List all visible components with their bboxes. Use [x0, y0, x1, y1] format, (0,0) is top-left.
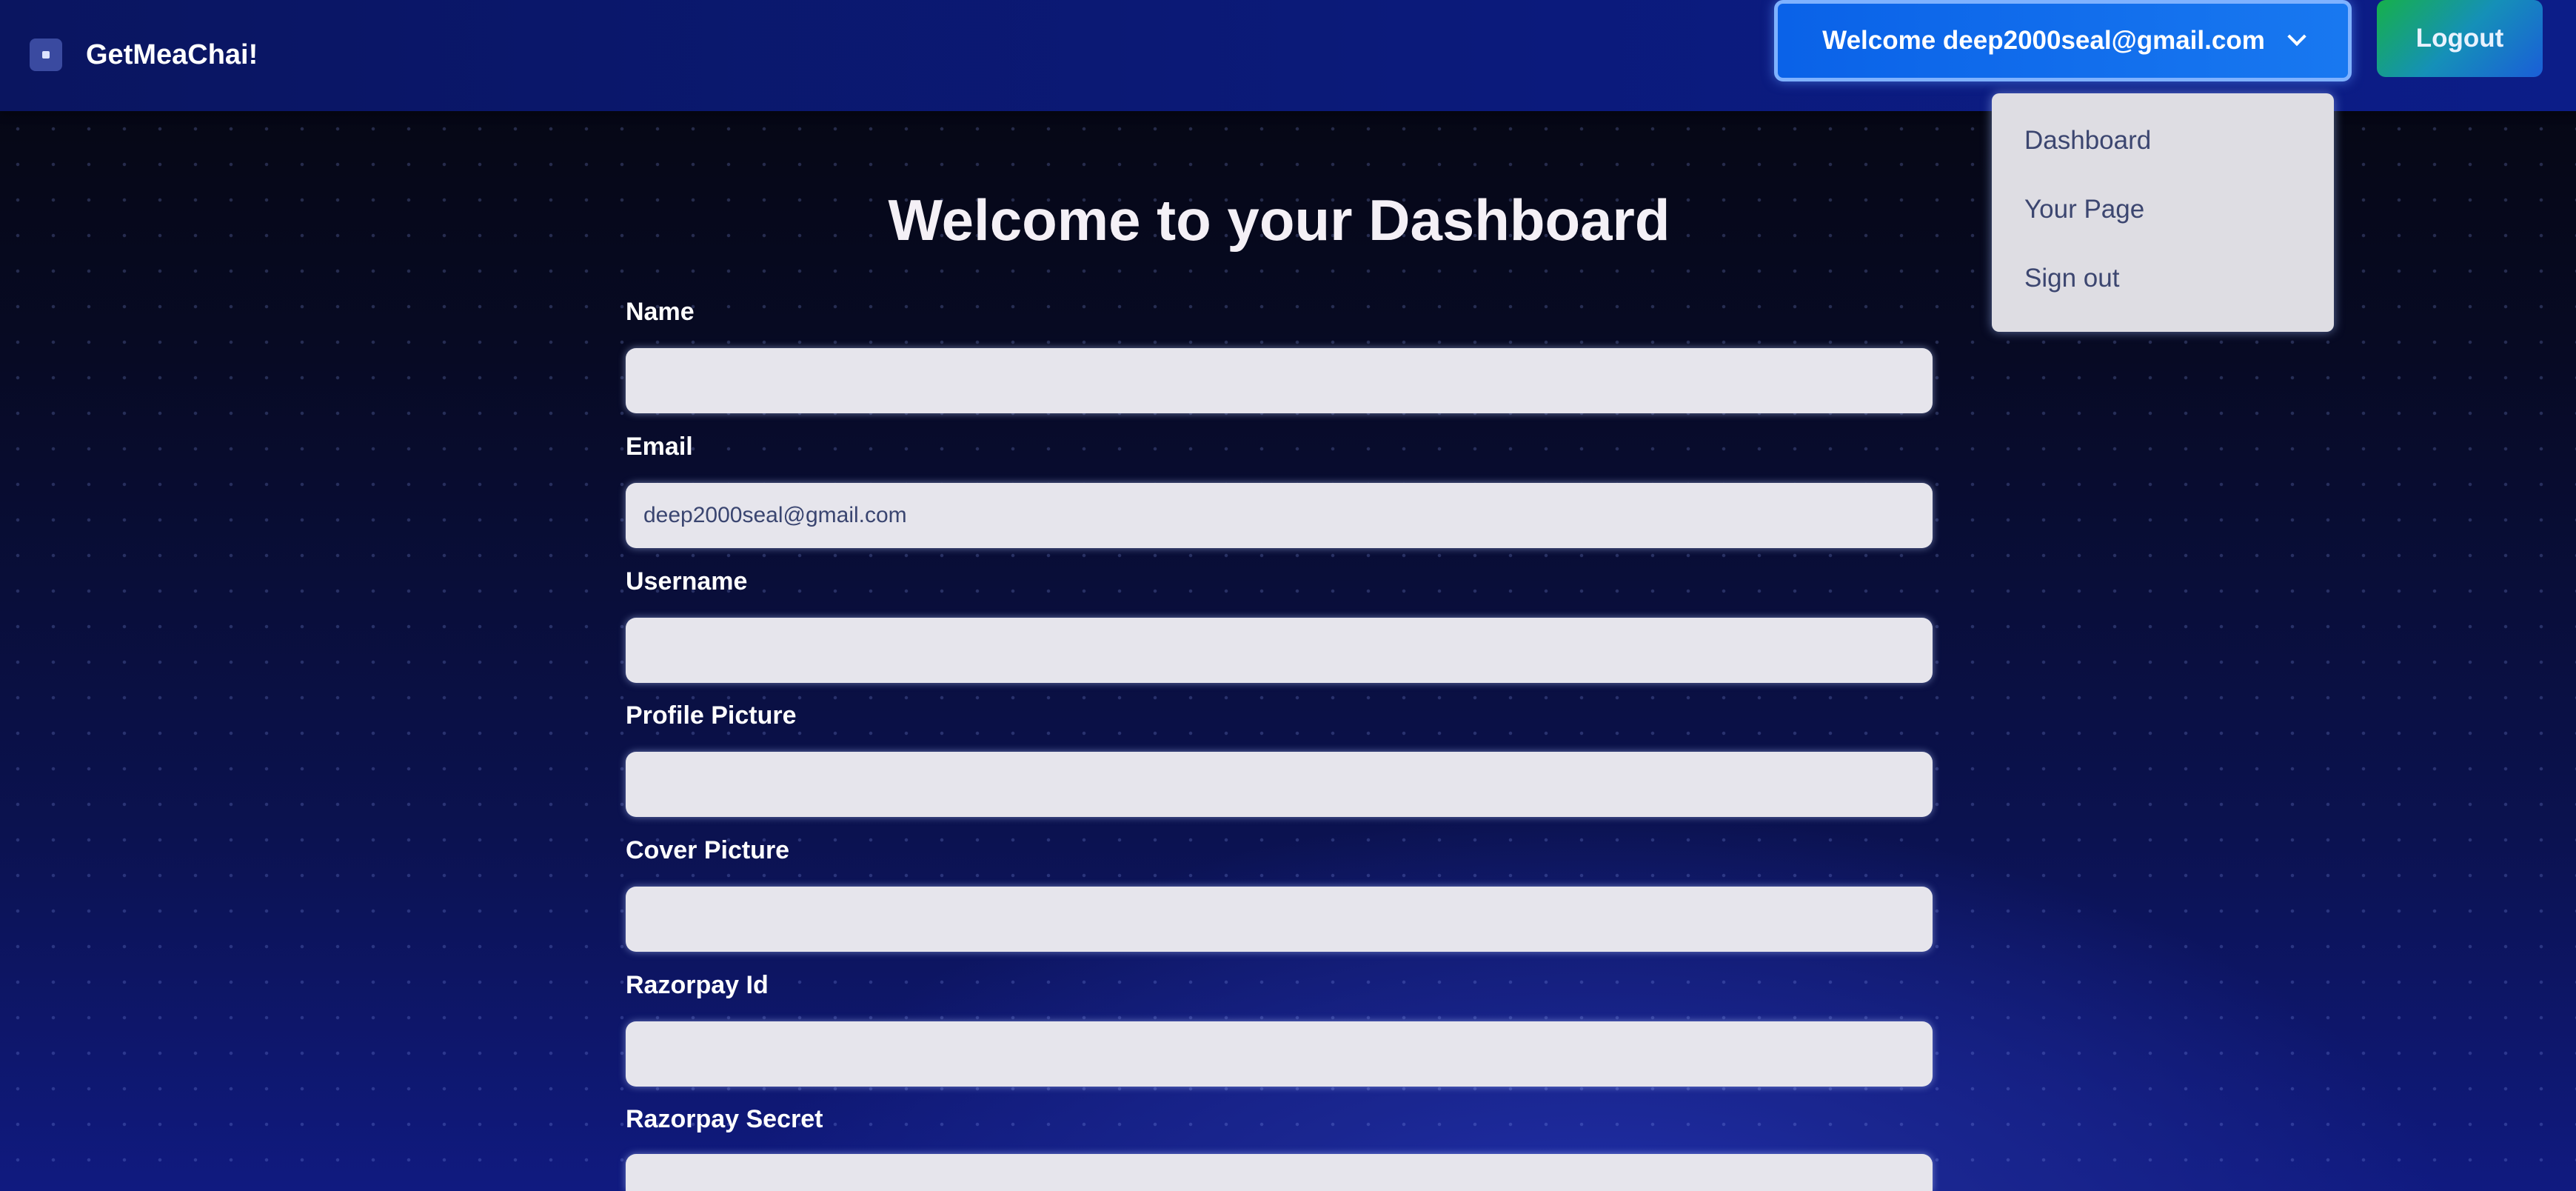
username-label: Username [626, 567, 748, 596]
user-dropdown-menu: Dashboard Your Page Sign out [1992, 93, 2334, 332]
logout-label: Logout [2415, 24, 2504, 53]
profile-picture-input[interactable] [626, 752, 1933, 817]
brand-name: GetMeaChai! [86, 39, 258, 70]
name-input[interactable] [626, 348, 1933, 413]
razorpay-secret-label: Razorpay Secret [626, 1105, 823, 1133]
chevron-down-icon [2287, 27, 2306, 47]
razorpay-id-label: Razorpay Id [626, 971, 769, 999]
menu-item-dashboard[interactable]: Dashboard [1992, 126, 2334, 195]
razorpay-secret-input[interactable] [626, 1154, 1933, 1191]
brand-link[interactable]: GetMeaChai! [30, 39, 258, 71]
username-input[interactable] [626, 618, 1933, 683]
logout-button[interactable]: Logout [2377, 0, 2543, 77]
cover-picture-input[interactable] [626, 887, 1933, 952]
menu-item-sign-out[interactable]: Sign out [1992, 264, 2334, 333]
email-label: Email [626, 433, 693, 461]
menu-item-your-page[interactable]: Your Page [1992, 195, 2334, 264]
name-label: Name [626, 298, 695, 326]
razorpay-id-input[interactable] [626, 1021, 1933, 1087]
profile-picture-label: Profile Picture [626, 701, 797, 730]
user-menu-button[interactable]: Welcome deep2000seal@gmail.com [1774, 0, 2352, 81]
email-input[interactable] [626, 483, 1933, 548]
page-title: Welcome to your Dashboard [888, 187, 1670, 253]
user-menu-label: Welcome deep2000seal@gmail.com [1822, 26, 2265, 55]
cover-picture-label: Cover Picture [626, 836, 790, 864]
square-logo-icon [30, 39, 62, 71]
